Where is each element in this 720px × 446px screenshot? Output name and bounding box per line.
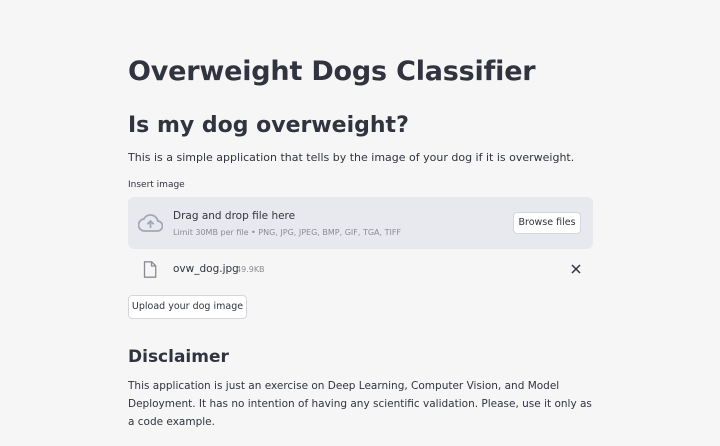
file-dropzone[interactable]: Drag and drop file here Limit 30MB per f…: [128, 197, 593, 249]
uploaded-file-name: ovw_dog.jpg: [173, 263, 239, 275]
file-icon: [143, 261, 157, 278]
upload-dog-image-button[interactable]: Upload your dog image: [128, 295, 247, 319]
uploaded-file-size: 49.9KB: [236, 265, 265, 274]
insert-image-label: Insert image: [128, 180, 185, 190]
cloud-upload-icon: [138, 214, 163, 232]
browse-files-button[interactable]: Browse files: [513, 212, 581, 234]
dropzone-limit-text: Limit 30MB per file • PNG, JPG, JPEG, BM…: [173, 228, 402, 237]
app-page: Overweight Dogs Classifier Is my dog ove…: [0, 0, 720, 446]
close-icon[interactable]: [570, 263, 582, 275]
intro-text: This is a simple application that tells …: [128, 151, 575, 164]
dropzone-title: Drag and drop file here: [173, 210, 296, 222]
page-title: Overweight Dogs Classifier: [128, 56, 536, 87]
disclaimer-text: This application is just an exercise on …: [128, 380, 592, 428]
uploaded-file-row: ovw_dog.jpg 49.9KB: [128, 257, 593, 281]
disclaimer-heading: Disclaimer: [128, 347, 229, 367]
page-subtitle: Is my dog overweight?: [128, 113, 409, 138]
